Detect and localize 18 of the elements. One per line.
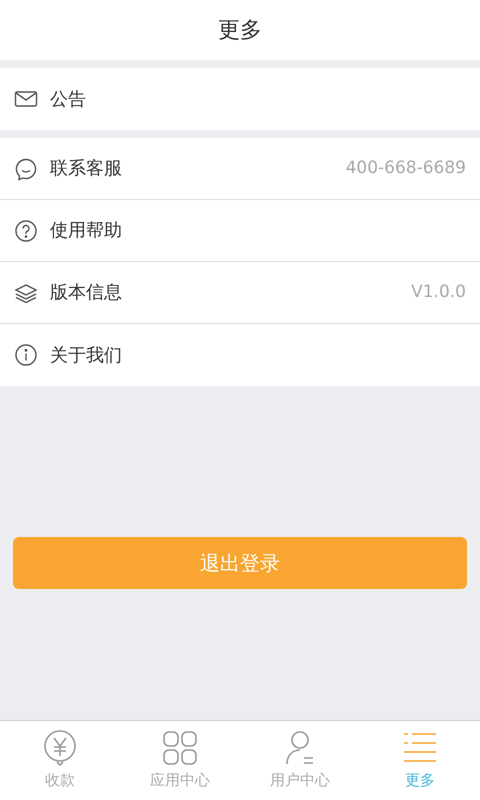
menu-item-label: 版本信息	[50, 281, 122, 305]
menu-item[interactable]: 关于我们	[0, 324, 480, 386]
menu-item[interactable]: 公告	[0, 68, 480, 130]
menu-item[interactable]: 联系客服 400-668-6689	[0, 138, 480, 200]
menu-item-label: 使用帮助	[50, 219, 122, 243]
yen-coin-icon	[41, 729, 79, 768]
help-icon	[14, 218, 38, 242]
menu-item-value: 400-668-6689	[346, 156, 466, 180]
menu-item-label: 关于我们	[50, 344, 122, 368]
page-title: 更多	[218, 16, 262, 44]
info-icon	[14, 343, 38, 367]
menu-item[interactable]: 版本信息 V1.0.0	[0, 262, 480, 324]
grid-icon	[161, 729, 199, 768]
menu-item[interactable]: 使用帮助	[0, 200, 480, 262]
chat-bubble-icon	[14, 156, 38, 180]
menu-item-label: 公告	[50, 88, 86, 112]
menu-item-value: V1.0.0	[411, 280, 466, 304]
menu-item-label: 联系客服	[50, 157, 122, 181]
